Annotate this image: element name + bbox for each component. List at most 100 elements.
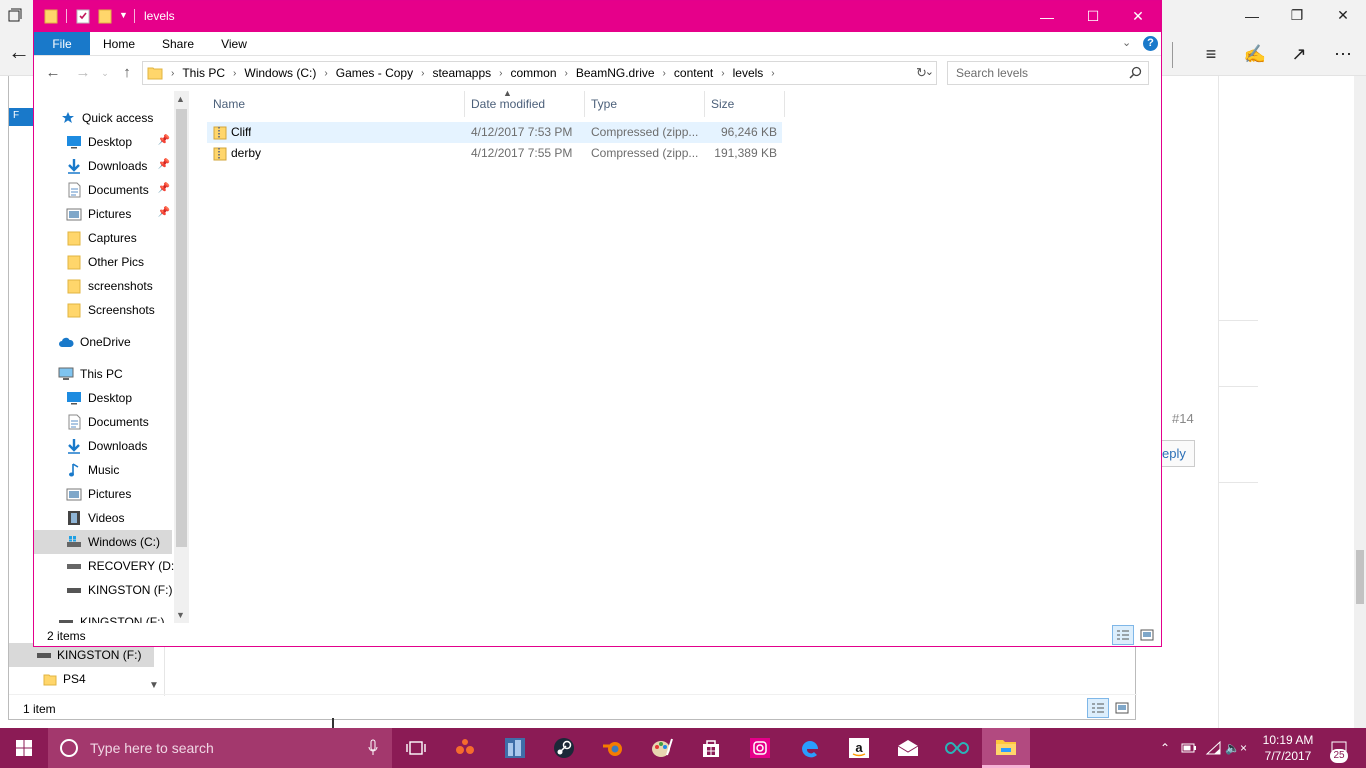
nav-item-documents[interactable]: Documents 📌 — [34, 178, 172, 202]
breadcrumb-levels[interactable]: levels — [733, 66, 764, 80]
nav-scrollbar[interactable]: ▲ ▼ — [174, 91, 189, 623]
scroll-up-icon[interactable]: ▲ — [176, 94, 185, 104]
nav-this-pc[interactable]: This PC — [34, 362, 172, 386]
nav-item-pictures[interactable]: Pictures 📌 — [34, 202, 172, 226]
table-row[interactable]: derby 4/12/2017 7:55 PM Compressed (zipp… — [207, 143, 782, 164]
tab-file[interactable]: File — [34, 32, 90, 55]
nav-item-pc-documents[interactable]: Documents — [34, 410, 172, 434]
microphone-icon[interactable] — [368, 739, 378, 757]
nav-onedrive[interactable]: OneDrive — [34, 330, 172, 354]
tab-share[interactable]: Share — [156, 32, 200, 55]
maximize-icon[interactable]: ☐ — [1070, 1, 1116, 32]
nav-item-music[interactable]: Music — [34, 458, 172, 482]
pin-icon[interactable]: 📌 — [158, 159, 170, 170]
hub-icon[interactable]: ≡ — [1198, 42, 1224, 66]
address-bar[interactable]: › This PC › Windows (C:) › Games - Copy … — [142, 61, 937, 85]
recent-locations-icon[interactable]: ⌄ — [96, 65, 114, 81]
breadcrumb-content[interactable]: content — [674, 66, 713, 80]
nav-item-windows-c[interactable]: Windows (C:) — [34, 530, 172, 554]
breadcrumb-chevron-icon[interactable]: › — [721, 68, 724, 79]
tab-view[interactable]: View — [214, 32, 254, 55]
instagram-icon[interactable] — [736, 728, 784, 768]
details-view-icon[interactable] — [1112, 625, 1134, 645]
breadcrumb-steamapps[interactable]: steamapps — [432, 66, 491, 80]
nav-item-kingston-f[interactable]: KINGSTON (F:) — [34, 578, 172, 602]
task-view-icon[interactable] — [392, 728, 440, 768]
large-icons-view-icon[interactable] — [1136, 625, 1158, 645]
origin-icon[interactable] — [442, 728, 490, 768]
title-bar[interactable]: ▼ levels — ☐ ✕ — [34, 1, 1161, 32]
new-folder-icon[interactable] — [98, 8, 112, 24]
close-icon[interactable]: ✕ — [1115, 1, 1161, 32]
breadcrumb-chevron-icon[interactable]: › — [324, 68, 327, 79]
nav-item-desktop[interactable]: Desktop 📌 — [34, 130, 172, 154]
pin-icon[interactable]: 📌 — [158, 207, 170, 218]
breadcrumb-common[interactable]: common — [510, 66, 556, 80]
show-hidden-icons-icon[interactable]: ⌃ — [1154, 728, 1176, 768]
paint-icon[interactable] — [638, 728, 686, 768]
file-explorer-icon[interactable] — [982, 728, 1030, 768]
page-scrollbar[interactable] — [1354, 76, 1366, 728]
bg-nav-item-ps4[interactable]: PS4 — [9, 667, 154, 691]
edge-browser-icon[interactable] — [786, 728, 834, 768]
breadcrumb-chevron-icon[interactable]: › — [421, 68, 424, 79]
properties-icon[interactable] — [76, 8, 90, 24]
nav-item-other-pics[interactable]: Other Pics — [34, 250, 172, 274]
minimize-icon[interactable]: — — [1024, 1, 1070, 32]
back-icon[interactable]: ← — [44, 65, 62, 81]
share-icon[interactable]: ↗ — [1286, 42, 1312, 66]
breadcrumb-games-copy[interactable]: Games - Copy — [336, 66, 413, 80]
background-file-tab[interactable]: F — [9, 108, 35, 126]
large-icons-view-icon[interactable] — [1111, 698, 1133, 718]
column-header-date[interactable]: Date modified — [465, 91, 585, 117]
edge-close-icon[interactable]: ✕ — [1320, 0, 1366, 31]
nav-quick-access[interactable]: Quick access — [34, 106, 172, 130]
nav-item-screenshots-lower[interactable]: screenshots — [34, 274, 172, 298]
edge-restore-icon[interactable]: ❐ — [1274, 0, 1320, 31]
more-icon[interactable]: ⋯ — [1330, 42, 1356, 66]
wifi-icon[interactable] — [1202, 728, 1224, 768]
tab-home[interactable]: Home — [98, 32, 140, 55]
clock[interactable]: 10:19 AM 7/7/2017 — [1250, 732, 1326, 764]
nav-item-recovery-d[interactable]: RECOVERY (D:) — [34, 554, 178, 578]
web-note-icon[interactable]: ✍ — [1242, 42, 1268, 66]
store-icon[interactable] — [687, 728, 735, 768]
column-header-type[interactable]: Type — [585, 91, 705, 117]
breadcrumb-windows-c[interactable]: Windows (C:) — [244, 66, 316, 80]
breadcrumb-chevron-icon[interactable]: › — [771, 68, 774, 79]
arduino-icon[interactable] — [933, 728, 981, 768]
nav-item-pc-pictures[interactable]: Pictures — [34, 482, 172, 506]
amazon-icon[interactable]: a — [835, 728, 883, 768]
refresh-icon[interactable]: ↻ — [916, 65, 927, 81]
page-scroll-thumb[interactable] — [1356, 550, 1364, 604]
taskbar-search-input[interactable]: Type here to search — [48, 728, 392, 768]
help-icon[interactable]: ? — [1143, 36, 1158, 51]
table-row[interactable]: Cliff 4/12/2017 7:53 PM Compressed (zipp… — [207, 122, 782, 143]
expand-ribbon-icon[interactable]: ⌄ — [1122, 36, 1131, 49]
breadcrumb-this-pc[interactable]: This PC — [182, 66, 225, 80]
customize-quick-access-icon[interactable]: ▼ — [119, 10, 133, 26]
pin-icon[interactable]: 📌 — [158, 183, 170, 194]
nav-item-kingston-f-root[interactable]: KINGSTON (F:) — [34, 610, 172, 623]
nav-item-screenshots[interactable]: Screenshots — [34, 298, 172, 322]
pin-icon[interactable]: 📌 — [158, 135, 170, 146]
column-header-size[interactable]: Size — [705, 91, 785, 117]
breadcrumb-chevron-icon[interactable]: › — [171, 68, 174, 79]
up-icon[interactable]: ↑ — [118, 65, 136, 81]
steam-icon[interactable] — [540, 728, 588, 768]
tab-preview-icon[interactable] — [8, 8, 22, 22]
nav-item-pc-downloads[interactable]: Downloads — [34, 434, 172, 458]
breadcrumb-chevron-icon[interactable]: › — [233, 68, 236, 79]
scroll-down-icon[interactable]: ▼ — [176, 610, 185, 620]
breadcrumb-chevron-icon[interactable]: › — [663, 68, 666, 79]
mail-icon[interactable] — [884, 728, 932, 768]
breadcrumb-chevron-icon[interactable]: › — [565, 68, 568, 79]
details-view-icon[interactable] — [1087, 698, 1109, 718]
ps-app-icon[interactable] — [491, 728, 539, 768]
start-button[interactable] — [0, 728, 48, 768]
nav-item-videos[interactable]: Videos — [34, 506, 172, 530]
volume-muted-icon[interactable]: 🔈× — [1224, 728, 1248, 768]
edge-back-icon[interactable]: ← — [8, 41, 32, 65]
battery-icon[interactable] — [1178, 728, 1200, 768]
bg-nav-scroll-down-icon[interactable]: ▼ — [149, 680, 159, 691]
